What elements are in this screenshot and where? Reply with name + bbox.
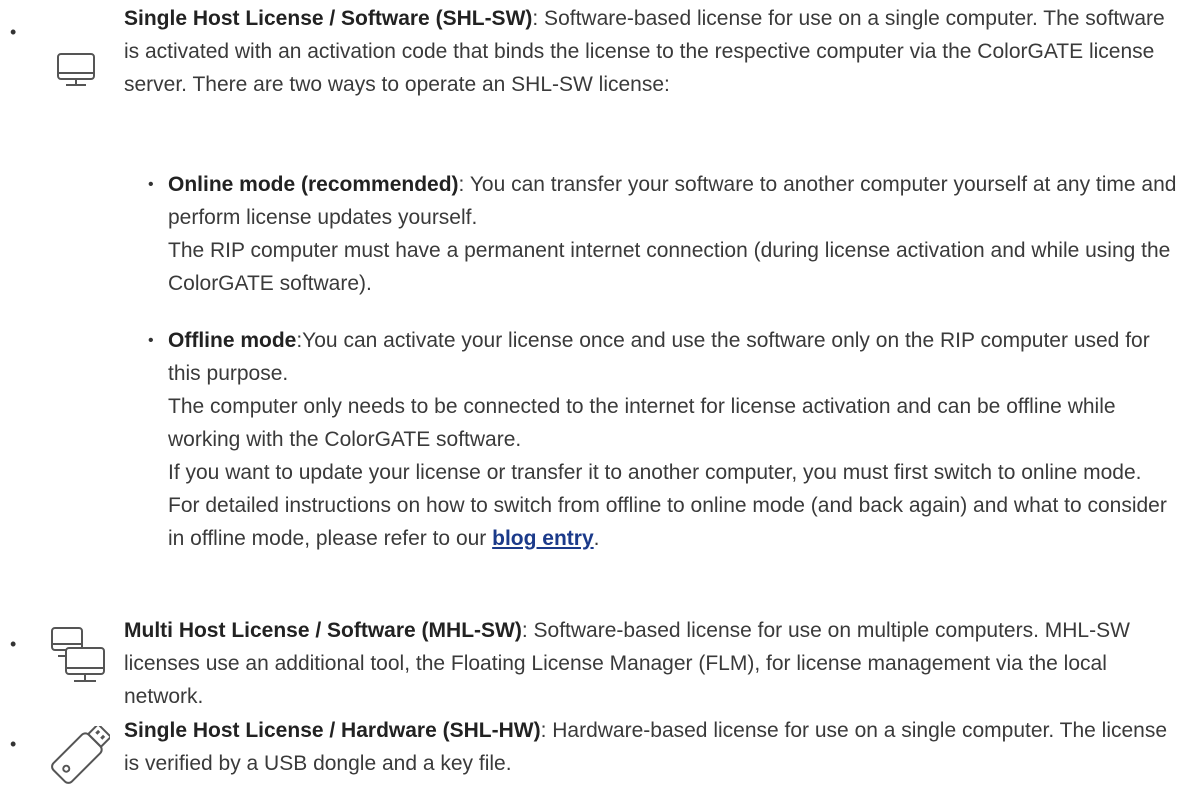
monitor-icon bbox=[56, 52, 96, 100]
multi-monitor-icon bbox=[50, 626, 112, 698]
list-item-text: Single Host License / Software (SHL-SW):… bbox=[124, 2, 1174, 101]
term-label: Online mode (recommended) bbox=[168, 173, 459, 196]
bullet: • bbox=[10, 634, 17, 654]
list-item-text: Multi Host License / Software (MHL-SW): … bbox=[124, 614, 1174, 713]
term-description-2: The computer only needs to be connected … bbox=[168, 395, 1116, 451]
list-item-text: Offline mode:You can activate your licen… bbox=[168, 324, 1178, 555]
usb-dongle-icon bbox=[48, 722, 113, 796]
term-label: Offline mode bbox=[168, 329, 297, 352]
list-item-offline-mode: • Offline mode:You can activate your lic… bbox=[148, 324, 1178, 555]
bullet: • bbox=[148, 332, 154, 349]
license-types-document: • Single Host License / Software (SHL-SW… bbox=[0, 0, 1183, 784]
bullet: • bbox=[10, 22, 17, 42]
list-item-text: Single Host License / Hardware (SHL-HW):… bbox=[124, 714, 1174, 780]
bullet: • bbox=[148, 176, 154, 193]
term-description-3: If you want to update your license or tr… bbox=[168, 461, 1167, 550]
term-description-2: The RIP computer must have a permanent i… bbox=[168, 239, 1171, 295]
list-item-text: Online mode (recommended): You can trans… bbox=[168, 168, 1178, 300]
term-description: :You can activate your license once and … bbox=[168, 329, 1150, 385]
bullet: • bbox=[10, 734, 17, 754]
term-label: Single Host License / Software (SHL-SW) bbox=[124, 7, 533, 30]
blog-entry-link[interactable]: blog entry bbox=[492, 527, 594, 550]
term-label: Multi Host License / Software (MHL-SW) bbox=[124, 619, 522, 642]
term-label: Single Host License / Hardware (SHL-HW) bbox=[124, 719, 541, 742]
list-item-online-mode: • Online mode (recommended): You can tra… bbox=[148, 168, 1178, 300]
period: . bbox=[593, 527, 600, 550]
